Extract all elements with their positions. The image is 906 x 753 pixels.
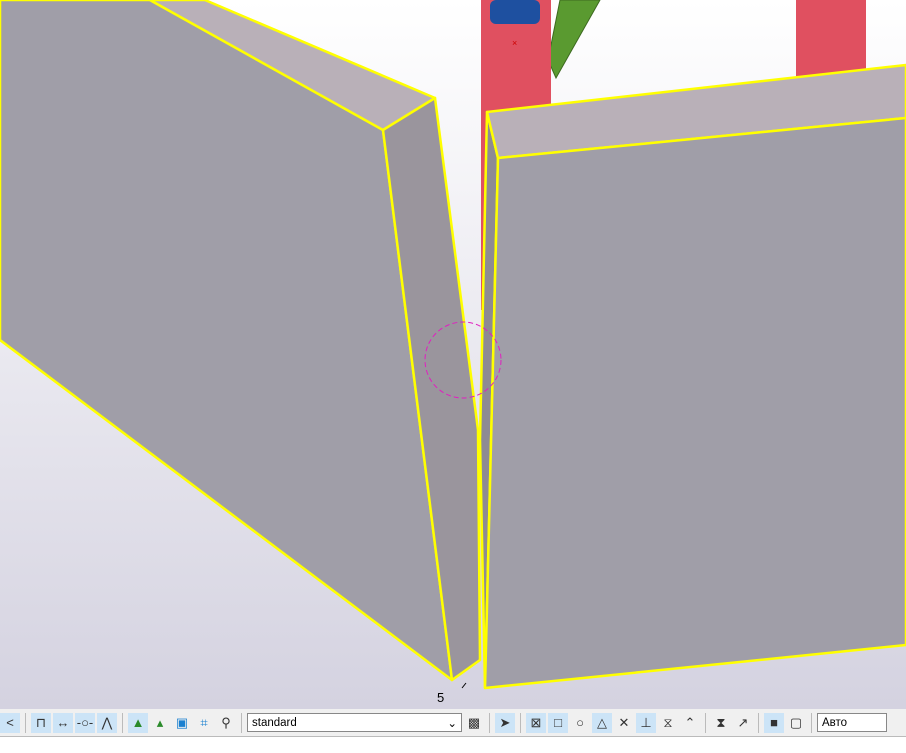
select-component-icon[interactable]: ⌗ [194, 713, 214, 733]
pipe-right[interactable] [796, 0, 866, 78]
bottom-toolbar: < ⊓ ↔ -○- ⋀ ▲ ▴ ▣ ⌗ ⚲ standard ⌄ ▩ ➤ ⊠ □ … [0, 709, 906, 737]
select-part-icon[interactable]: ▲ [128, 712, 148, 733]
snap-hourglass2-icon[interactable]: ⧗ [711, 713, 731, 733]
svg-text:×: × [512, 38, 517, 48]
snap-end-icon[interactable]: ⊓ [31, 712, 51, 733]
model-3d-viewport[interactable]: × [0, 0, 906, 710]
snap-arrow-ne-icon[interactable]: ↗ [733, 713, 753, 733]
snap-cross-icon[interactable]: ✕ [614, 713, 634, 733]
pattern-icon[interactable]: ▩ [464, 713, 484, 733]
snap-perp-icon[interactable]: ⊥ [636, 712, 656, 733]
snap-arrow-icon[interactable]: < [0, 712, 20, 733]
point-label: 5 [437, 690, 445, 705]
view-select[interactable]: standard ⌄ [247, 713, 462, 732]
view-select-value: standard [252, 716, 297, 729]
snap-box-icon[interactable]: ⊠ [526, 712, 546, 733]
zoom-icon[interactable]: ⚲ [216, 713, 236, 733]
panel-right[interactable] [478, 63, 906, 690]
snap-square-icon[interactable]: □ [548, 712, 568, 733]
plane-frame-icon[interactable]: ▢ [786, 713, 806, 733]
select-assembly-icon[interactable]: ▣ [172, 713, 192, 733]
snap-point-icon[interactable]: -○- [75, 712, 95, 733]
snap-hourglass-icon[interactable]: ⧖ [658, 713, 678, 733]
snap-arc-icon[interactable]: ⋀ [97, 712, 117, 733]
snap-circle-icon[interactable]: ○ [570, 713, 590, 733]
unit-select-value: Авто [822, 716, 848, 729]
snap-caret-icon[interactable]: ⌃ [680, 713, 700, 733]
unit-select[interactable]: Авто [817, 713, 887, 732]
snap-mid-icon[interactable]: ↔ [53, 712, 73, 733]
plane-filled-icon[interactable]: ■ [764, 712, 784, 733]
select-pointer-icon[interactable]: ➤ [495, 712, 515, 733]
select-object-icon[interactable]: ▴ [150, 713, 170, 733]
chevron-down-icon: ⌄ [447, 717, 457, 730]
snap-triangle-icon[interactable]: △ [592, 712, 612, 733]
